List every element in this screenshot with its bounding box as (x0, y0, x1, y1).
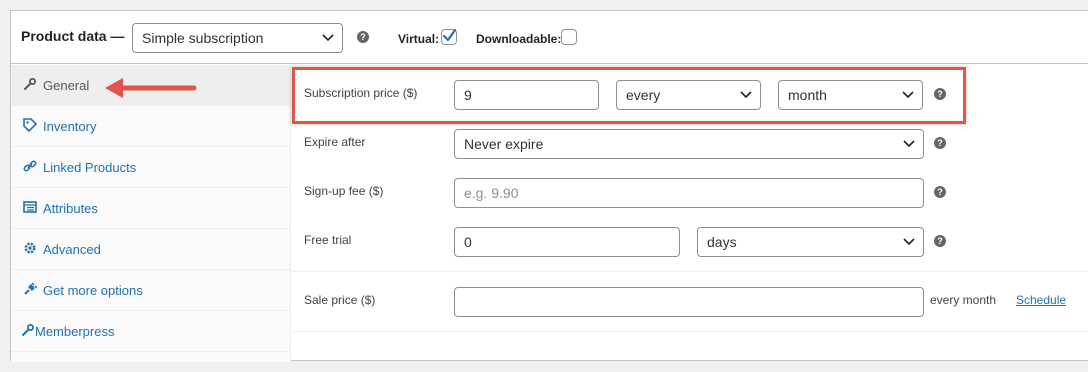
schedule-link[interactable]: Schedule (1016, 293, 1066, 307)
plug-icon (24, 282, 37, 295)
chevron-down-icon (322, 34, 334, 42)
free-trial-period-select[interactable]: days (697, 227, 924, 257)
tab-linked-products[interactable]: Linked Products (11, 147, 291, 188)
help-icon[interactable]: ? (357, 31, 369, 43)
help-icon[interactable]: ? (934, 88, 946, 100)
product-type-value: Simple subscription (142, 30, 264, 46)
expire-after-value: Never expire (464, 136, 544, 152)
section-divider (292, 271, 1088, 272)
product-data-panel: Product data — Simple subscription ? Vir… (10, 10, 1088, 362)
chevron-down-icon (903, 140, 915, 148)
general-options: Subscription price ($) 9 every month ? E… (292, 65, 1088, 362)
virtual-label: Virtual: (398, 32, 440, 46)
downloadable-label: Downloadable: (476, 32, 562, 46)
sale-price-label: Sale price ($) (304, 293, 376, 307)
tab-label: Get more options (43, 283, 143, 298)
billing-interval-value: every (626, 87, 661, 103)
tag-icon (23, 118, 37, 132)
help-icon[interactable]: ? (934, 235, 946, 247)
downloadable-checkbox[interactable] (561, 29, 577, 45)
section-divider (292, 331, 1088, 332)
free-trial-length-value: 0 (464, 234, 472, 250)
gear-icon (24, 242, 36, 254)
subscription-price-input[interactable]: 9 (454, 80, 599, 110)
tab-attributes[interactable]: Attributes (11, 188, 291, 229)
help-icon[interactable]: ? (934, 137, 946, 149)
billing-period-value: month (788, 87, 827, 103)
link-icon (23, 160, 37, 172)
subscription-price-label: Subscription price ($) (304, 86, 418, 100)
sale-price-suffix: every month (930, 293, 997, 307)
virtual-checkbox[interactable] (441, 28, 457, 45)
signup-fee-input[interactable]: e.g. 9.90 (454, 178, 924, 208)
subscription-price-value: 9 (464, 87, 472, 103)
wrench-icon (24, 78, 36, 90)
chevron-down-icon (740, 91, 752, 99)
tab-inventory[interactable]: Inventory (11, 106, 291, 147)
chevron-down-icon (903, 238, 915, 246)
tab-label: Inventory (43, 119, 97, 134)
list-icon (23, 201, 37, 213)
tab-get-more-options[interactable]: Get more options (11, 270, 291, 311)
free-trial-length-input[interactable]: 0 (454, 227, 680, 257)
signup-fee-placeholder: e.g. 9.90 (464, 185, 519, 201)
tab-memberpress[interactable]: Memberpress (11, 311, 291, 352)
billing-interval-select[interactable]: every (616, 80, 761, 110)
tab-label: Attributes (43, 201, 98, 216)
free-trial-label: Free trial (304, 233, 352, 247)
chevron-down-icon (902, 91, 914, 99)
sale-price-input[interactable] (454, 287, 924, 317)
product-data-tabs: General Inventory Linked Products Attrib… (11, 65, 291, 362)
signup-fee-label: Sign-up fee ($) (304, 184, 384, 198)
tab-label: General (43, 78, 90, 93)
tab-advanced[interactable]: Advanced (11, 229, 291, 270)
product-data-header: Product data — Simple subscription ? Vir… (11, 11, 1088, 64)
free-trial-period-value: days (707, 234, 737, 250)
product-data-title: Product data — (21, 28, 125, 44)
checkmark-icon (442, 28, 457, 42)
help-icon[interactable]: ? (934, 186, 946, 198)
product-type-select[interactable]: Simple subscription (132, 23, 343, 53)
expire-after-select[interactable]: Never expire (454, 129, 924, 159)
annotation-arrow (105, 78, 197, 98)
tab-label: Linked Products (43, 160, 137, 175)
expire-after-label: Expire after (304, 135, 366, 149)
tab-label: Memberpress (35, 324, 115, 339)
tab-label: Advanced (43, 242, 101, 257)
wrench-icon (22, 324, 34, 336)
billing-period-select[interactable]: month (778, 80, 923, 110)
